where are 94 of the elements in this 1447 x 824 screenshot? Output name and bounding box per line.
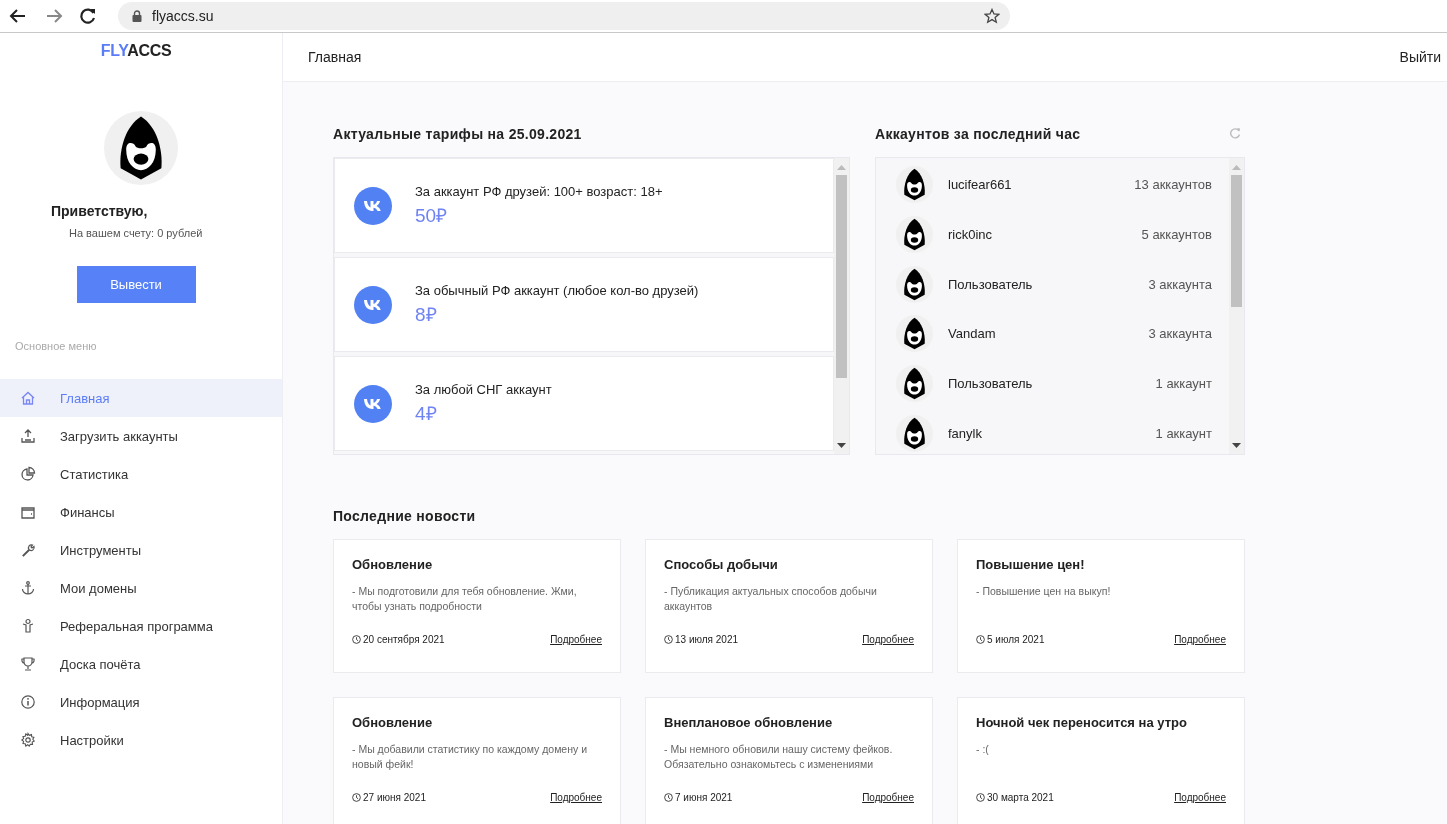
clock-icon [976, 635, 985, 644]
more-link[interactable]: Подробнее [862, 792, 914, 803]
clock-icon [352, 793, 361, 802]
url-text: flyaccs.su [152, 8, 215, 24]
house-icon [20, 390, 36, 406]
page-title: Главная [308, 49, 362, 65]
news-date: 20 сентября 2021 [363, 634, 445, 645]
anchor-icon [20, 580, 36, 596]
avatar-icon [896, 365, 933, 403]
news-title: Ночной чек переносится на утро [976, 715, 1188, 730]
user-name: lucifear661 [948, 177, 1013, 193]
greeting: Приветствую, [51, 203, 148, 219]
clock-icon [664, 635, 673, 644]
user-name: Пользователь [948, 276, 1034, 292]
menu-item[interactable]: Реферальная программа [0, 607, 282, 645]
reload-icon[interactable] [78, 6, 98, 26]
news-title: Обновление [352, 557, 434, 572]
scroll-down-icon[interactable] [1232, 443, 1241, 449]
settings-icon [20, 732, 36, 748]
section-title: Аккаунтов за последний час [875, 126, 1081, 142]
account-count: 5 аккаунтов [1141, 227, 1212, 243]
news-text: - Повышение цен на выкуп! [976, 584, 1112, 599]
lock-icon [132, 10, 142, 22]
tariff-name: За аккаунт РФ друзей: 100+ возраст: 18+ [415, 183, 663, 199]
section-title: Актуальные тарифы на 25.09.2021 [333, 126, 583, 142]
section-title: Последние новости [333, 508, 477, 524]
news-text: - Мы добавили статистику по каждому домену и новый фейк! [352, 742, 589, 772]
avatar-icon [896, 166, 933, 204]
news-title: Обновление [352, 715, 434, 730]
avatar-icon [104, 111, 178, 185]
account-count: 13 аккаунтов [1134, 177, 1212, 193]
news-text: - Мы немного обновили нашу систему фейков. Обязательно ознакомьтесь с изменениями [664, 742, 894, 772]
clock-icon [976, 793, 985, 802]
menu-item[interactable]: Статистика [0, 455, 282, 493]
user-name: Vandam [948, 326, 997, 342]
user-name: Пользователь [948, 376, 1034, 392]
menu-item[interactable]: Мои домены [0, 569, 282, 607]
wrench-icon [20, 542, 36, 558]
menu-item[interactable]: Настройки [0, 721, 282, 759]
more-link[interactable]: Подробнее [1174, 634, 1226, 645]
tariff-price: 4₽ [415, 401, 438, 426]
avatar-icon [896, 216, 933, 254]
tariff-price: 50₽ [415, 203, 449, 228]
account-count: 3 аккаунта [1148, 276, 1212, 292]
news-text: - Мы подготовили для тебя обновление. Жми, чтобы узнать подробности [352, 584, 578, 614]
star-icon[interactable] [984, 8, 1000, 24]
account-count: 1 аккаунт [1155, 425, 1212, 441]
vk-logo-icon [354, 384, 392, 423]
menu-item[interactable]: Доска почёта [0, 645, 282, 683]
news-date: 7 июня 2021 [675, 792, 733, 803]
address-bar[interactable]: flyaccs.su [118, 2, 1010, 30]
more-link[interactable]: Подробнее [550, 634, 602, 645]
tariff-name: За любой СНГ аккаунт [415, 381, 552, 397]
clock-icon [664, 793, 673, 802]
user-name: fanylk [948, 425, 983, 441]
news-title: Повышение цен! [976, 557, 1086, 572]
withdraw-button[interactable]: Вывести [76, 266, 196, 303]
menu-item[interactable]: Финансы [0, 493, 282, 531]
upload-tray-icon [20, 428, 36, 444]
tariff-price: 8₽ [415, 302, 438, 327]
vk-logo-icon [354, 285, 392, 324]
news-date: 5 июля 2021 [987, 634, 1045, 645]
news-date: 30 марта 2021 [987, 792, 1054, 803]
refresh-icon[interactable] [1229, 127, 1241, 139]
more-link[interactable]: Подробнее [862, 634, 914, 645]
balance-text: На вашем счету: 0 рублей [69, 227, 203, 239]
trophy-icon [20, 656, 36, 672]
news-date: 27 июня 2021 [363, 792, 426, 803]
pie-chart-icon [20, 466, 36, 482]
user-name: rick0inc [948, 227, 994, 243]
clock-icon [352, 635, 361, 644]
wallet-icon [20, 504, 36, 520]
account-count: 3 аккаунта [1148, 326, 1212, 342]
person-icon [20, 618, 36, 634]
menu-item[interactable]: Информация [0, 683, 282, 721]
logout-link[interactable]: Выйти [1399, 49, 1441, 65]
more-link[interactable]: Подробнее [1174, 792, 1226, 803]
menu-item[interactable]: Загрузить аккаунты [0, 417, 282, 455]
vk-logo-icon [354, 186, 392, 225]
more-link[interactable]: Подробнее [550, 792, 602, 803]
tariff-name: За обычный РФ аккаунт (любое кол-во друзей) [415, 282, 699, 298]
info-icon [20, 694, 36, 710]
news-text: - :( [976, 742, 990, 757]
news-title: Способы добычи [664, 557, 779, 572]
avatar-icon [896, 315, 933, 353]
logo[interactable]: FLYACCS [100, 42, 172, 60]
news-text: - Публикация актуальных способов добычи аккаунтов [664, 584, 878, 614]
menu-heading: Основное меню [15, 340, 98, 352]
avatar-icon [896, 265, 933, 303]
account-count: 1 аккаунт [1155, 376, 1212, 392]
news-title: Внеплановое обновление [664, 715, 834, 730]
menu-item[interactable]: Инструменты [0, 531, 282, 569]
news-date: 13 июля 2021 [675, 634, 739, 645]
scroll-down-icon[interactable] [837, 443, 846, 449]
